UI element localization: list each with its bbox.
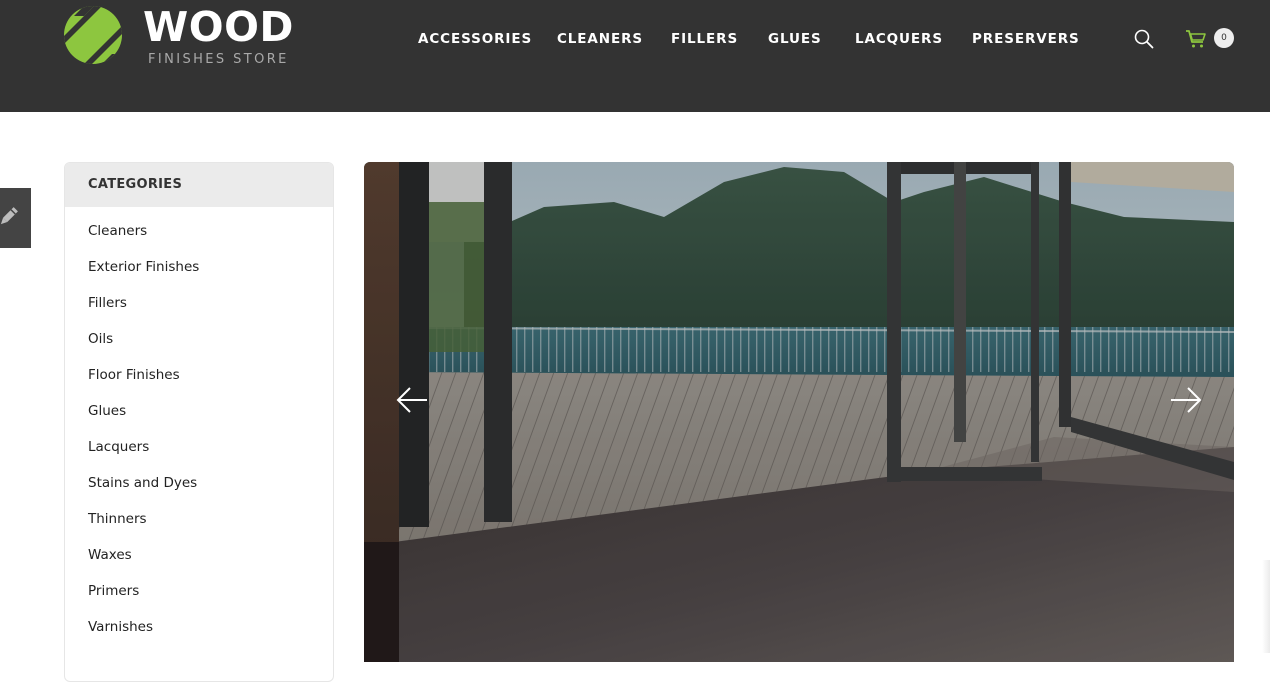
category-link-exterior-finishes[interactable]: Exterior Finishes <box>88 259 199 275</box>
category-link-thinners[interactable]: Thinners <box>88 511 147 527</box>
category-link-waxes[interactable]: Waxes <box>88 547 132 563</box>
nav-item-accessories[interactable]: ACCESSORIES <box>418 30 532 48</box>
cart-icon <box>1186 30 1206 48</box>
categories-list: Cleaners Exterior Finishes Fillers Oils … <box>65 207 333 650</box>
category-item: Primers <box>65 578 333 614</box>
arrow-left-icon <box>396 387 427 413</box>
category-item: Varnishes <box>65 614 333 650</box>
slider-prev-button[interactable] <box>395 385 429 415</box>
category-link-varnishes[interactable]: Varnishes <box>88 619 153 635</box>
category-link-primers[interactable]: Primers <box>88 583 139 599</box>
category-link-cleaners[interactable]: Cleaners <box>88 223 147 239</box>
category-item: Thinners <box>65 506 333 542</box>
categories-panel: CATEGORIES Cleaners Exterior Finishes Fi… <box>64 162 334 682</box>
nav-item-glues[interactable]: GLUES <box>768 30 822 48</box>
category-link-glues[interactable]: Glues <box>88 403 126 419</box>
category-link-fillers[interactable]: Fillers <box>88 295 127 311</box>
nav-item-lacquers[interactable]: LACQUERS <box>855 30 943 48</box>
logo-tagline: FINISHES STORE <box>148 52 289 67</box>
side-customize-tab[interactable] <box>0 188 31 248</box>
nav-item-fillers[interactable]: FILLERS <box>671 30 738 48</box>
category-item: Fillers <box>65 290 333 326</box>
main-nav: ACCESSORIES CLEANERS FILLERS GLUES LACQU… <box>0 30 1270 48</box>
nav-item-cleaners[interactable]: CLEANERS <box>557 30 643 48</box>
category-item: Stains and Dyes <box>65 470 333 506</box>
pencil-icon <box>0 207 18 225</box>
cart-button[interactable] <box>1185 29 1207 49</box>
category-item: Cleaners <box>65 218 333 254</box>
site-header: WOOD FINISHES STORE ACCESSORIES CLEANERS… <box>0 0 1270 112</box>
slider-next-button[interactable] <box>1169 385 1203 415</box>
category-item: Exterior Finishes <box>65 254 333 290</box>
category-link-stains-and-dyes[interactable]: Stains and Dyes <box>88 475 197 491</box>
hero-slider <box>364 162 1234 662</box>
hero-slide-image <box>364 162 1234 662</box>
cart-count-badge: 0 <box>1214 28 1234 48</box>
category-link-lacquers[interactable]: Lacquers <box>88 439 149 455</box>
categories-header: CATEGORIES <box>65 163 333 207</box>
category-link-floor-finishes[interactable]: Floor Finishes <box>88 367 180 383</box>
category-item: Floor Finishes <box>65 362 333 398</box>
category-item: Glues <box>65 398 333 434</box>
category-item: Oils <box>65 326 333 362</box>
categories-title: CATEGORIES <box>88 177 183 192</box>
category-link-oils[interactable]: Oils <box>88 331 113 347</box>
nav-item-preservers[interactable]: PRESERVERS <box>972 30 1080 48</box>
category-item: Waxes <box>65 542 333 578</box>
page-edge-shadow <box>1262 560 1270 653</box>
arrow-right-icon <box>1171 387 1202 413</box>
category-item: Lacquers <box>65 434 333 470</box>
search-icon <box>1134 29 1154 49</box>
search-button[interactable] <box>1133 28 1155 50</box>
